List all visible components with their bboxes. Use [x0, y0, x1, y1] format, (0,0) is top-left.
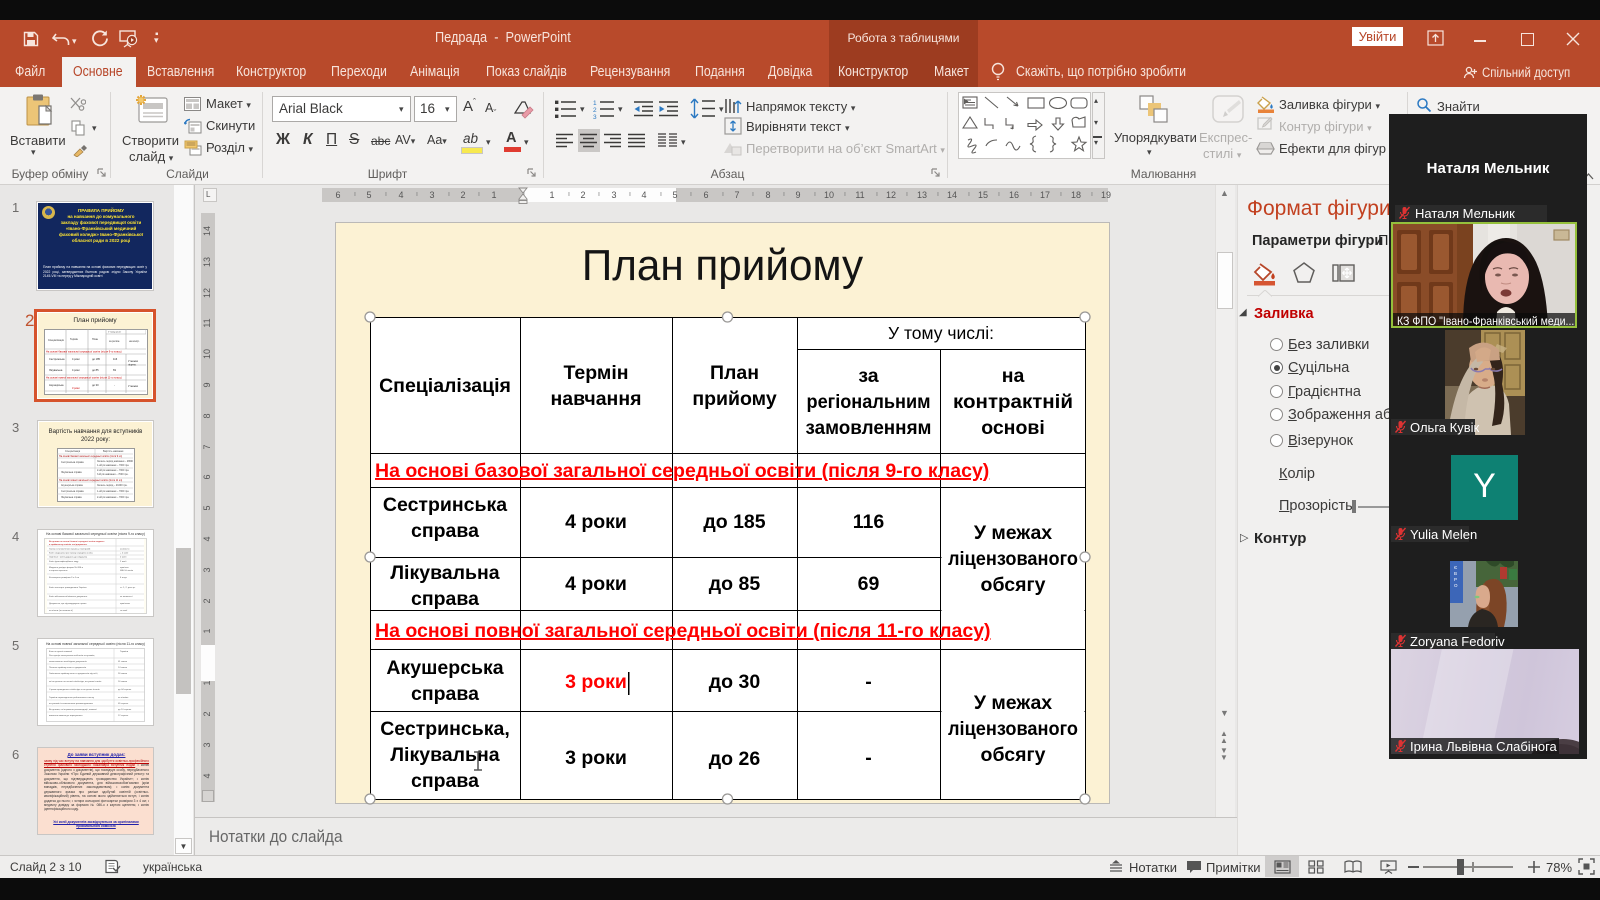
svg-text:6 штук: 6 штук — [120, 577, 127, 579]
svg-text:16 липня: 16 липня — [118, 681, 128, 683]
svg-text:ст. 1, 2, реєстр.: ст. 1, 2, реєстр. — [120, 587, 136, 589]
svg-text:В: В — [1454, 571, 1457, 576]
svg-text:Вартість навчання: Вартість навчання — [103, 450, 124, 453]
svg-text:Копія свідоцтва про базову сер: Копія свідоцтва про базову середню освіт… — [49, 552, 93, 555]
svg-text:до 85: до 85 — [92, 368, 99, 372]
svg-text:Етап вступної кампанії: Етап вступної кампанії — [49, 650, 72, 653]
svg-text:завантаження необхідних докуме: завантаження необхідних документів — [49, 660, 88, 663]
svg-text:У тому числі:: У тому числі: — [108, 330, 122, 333]
svg-text:2: 2 — [593, 107, 597, 114]
svg-text:на пільги (за наявності): на пільги (за наявності) — [49, 609, 73, 612]
svg-text:Спеціалізація: Спеціалізація — [65, 450, 81, 453]
svg-text:до 10 серпня: до 10 серпня — [118, 709, 132, 711]
svg-text:У межах: У межах — [128, 359, 139, 363]
svg-text:Р: Р — [1454, 577, 1457, 582]
svg-text:На основі базової загальної се: На основі базової загальної середньої ос… — [59, 455, 122, 458]
svg-text:2-ий рік навчання – 7000 грн.: 2-ий рік навчання – 7000 грн. — [97, 496, 130, 499]
svg-text:1: 1 — [593, 100, 597, 107]
svg-text:У межах: У межах — [128, 384, 139, 388]
svg-text:особисто: особисто — [120, 549, 130, 551]
svg-text:та копії: та копії — [120, 609, 128, 612]
svg-text:2-ий рік навчання – 7000 грн.: 2-ий рік навчання – 7000 грн. — [97, 469, 130, 472]
svg-text:Копія паспорта громадянина Укр: Копія паспорта громадянина України — [49, 586, 87, 589]
svg-text:ліценз.: ліценз. — [128, 363, 137, 367]
svg-text:до 185: до 185 — [92, 357, 101, 361]
svg-text:Початок прийому заяв та докуме: Початок прийому заяв та документів — [49, 666, 87, 669]
svg-text:Вступники, які отримали рекоме: Вступники, які отримали рекомендації, по… — [49, 708, 97, 711]
svg-text:1-ий рік навчання – 7000 грн.: 1-ий рік навчання – 7000 грн. — [97, 464, 130, 467]
svg-text:2 копії: 2 копії — [120, 560, 127, 563]
svg-text:які вступають на основі співбе: які вступають на основі співбесіди, всту… — [49, 680, 102, 683]
svg-text:не пізніше: не пізніше — [118, 696, 129, 699]
svg-text:Заява встановленого зразка у п: Заява встановленого зразка у паперовій — [49, 548, 91, 551]
svg-text:в приймальну комісію такі доку: в приймальну комісію такі документи: — [49, 543, 88, 546]
svg-text:На основі базової загальної се: На основі базової загальної середньої ос… — [46, 350, 122, 354]
svg-text:Сестринська: Сестринська — [49, 357, 65, 361]
svg-text:з картою щеплень: з картою щеплень — [49, 570, 68, 572]
svg-text:-: - — [114, 384, 115, 387]
svg-text:Фотокартки розміром 3 х 4 см: Фотокартки розміром 3 х 4 см — [49, 576, 80, 579]
svg-text:Сестринська справа: Сестринська справа — [61, 461, 84, 464]
svg-text:2 копії: 2 копії — [120, 556, 127, 559]
svg-text:14 липня: 14 липня — [118, 667, 128, 669]
svg-text:План: План — [92, 338, 99, 341]
svg-text:26 липня: 26 липня — [118, 673, 128, 675]
svg-text:086-1/о копія: 086-1/о копія — [120, 569, 134, 572]
svg-text:Акушерська: Акушерська — [49, 383, 64, 387]
svg-text:Оригінал і копія додатка до св: Оригінал і копія додатка до свідоцтва — [49, 556, 88, 559]
svg-text:05 серпня: 05 серпня — [118, 703, 129, 705]
svg-text:3-ій рік навчання – 7000 грн.: 3-ій рік навчання – 7000 грн. — [97, 473, 129, 476]
svg-text:Копія ідентифікаційного коду: Копія ідентифікаційного коду — [49, 560, 79, 563]
svg-text:вступників із зазначенням реко: вступників із зазначенням рекомендованих — [49, 702, 94, 705]
svg-text:Акушерська справа: Акушерська справа — [61, 484, 83, 487]
svg-text:оригінал: оригінал — [120, 566, 129, 569]
svg-text:за наявності: за наявності — [120, 595, 133, 598]
svg-text:Термін: Термін — [70, 338, 78, 341]
svg-text:За весь період – 21000 грн.: За весь період – 21000 грн. — [97, 484, 128, 487]
svg-text:1-ий рік навчання – 7000 грн.: 1-ий рік навчання – 7000 грн. — [97, 490, 130, 493]
svg-text:О: О — [1454, 583, 1458, 588]
svg-text:Строки проведення співбесіди т: Строки проведення співбесіди та вступних… — [49, 688, 100, 691]
svg-text:Закінчення прийому заяв та док: Закінчення прийому заяв та документів ві… — [49, 672, 98, 675]
svg-text:Лікувальна: Лікувальна — [49, 368, 63, 372]
svg-text:На основі повної загальної сер: На основі повної загальної середньої осв… — [46, 376, 122, 380]
svg-text:116: 116 — [113, 357, 118, 361]
svg-text:Медична довідка форма № 086-о: Медична довідка форма № 086-о — [49, 566, 84, 569]
svg-text:Копія військово-облікового док: Копія військово-облікового документа — [49, 595, 88, 598]
svg-text:Лікувальна справа: Лікувальна справа — [61, 496, 82, 499]
svg-text:за регіон.: за регіон. — [109, 340, 120, 343]
svg-text:Лікувальна справа: Лікувальна справа — [61, 471, 82, 474]
svg-text:На основі повної загальної сер: На основі повної загальної середньої осв… — [59, 479, 122, 482]
svg-text:Вступники на основі базової се: Вступники на основі базової середньої ос… — [49, 540, 105, 543]
svg-text:+ 2 копії: + 2 копії — [120, 552, 129, 555]
svg-text:на контр.: на контр. — [129, 340, 140, 343]
svg-text:4 роки: 4 роки — [72, 357, 80, 361]
svg-text:оригінали: оригінали — [120, 602, 131, 605]
svg-text:Терміни: Терміни — [120, 650, 129, 653]
svg-text:виконати вимоги до зарахування: виконати вимоги до зарахування — [49, 715, 83, 717]
svg-text:Терміни оприлюднення рейтингов: Терміни оприлюднення рейтингового списку — [49, 696, 95, 699]
svg-text:Реєстрація електронних кабінет: Реєстрація електронних кабінетів вступни… — [49, 654, 95, 657]
svg-text:Документи, що підтверджують пр: Документи, що підтверджують право — [49, 602, 87, 605]
svg-text:до 04 серпня: до 04 серпня — [118, 689, 132, 691]
svg-text:69: 69 — [113, 368, 116, 372]
svg-text:Сестринська справа: Сестринська справа — [61, 490, 84, 493]
svg-text:3: 3 — [593, 114, 597, 119]
svg-text:Спеціалізація: Спеціалізація — [48, 339, 64, 342]
svg-text:За весь період навчання – 2800: За весь період навчання – 28000 грн. — [97, 460, 133, 463]
svg-text:3 роки: 3 роки — [72, 386, 80, 390]
svg-text:01 липня: 01 липня — [118, 661, 128, 663]
svg-text:4 роки: 4 роки — [72, 368, 80, 372]
svg-text:до 30: до 30 — [92, 383, 99, 387]
svg-text:12 серпня: 12 серпня — [118, 715, 129, 717]
